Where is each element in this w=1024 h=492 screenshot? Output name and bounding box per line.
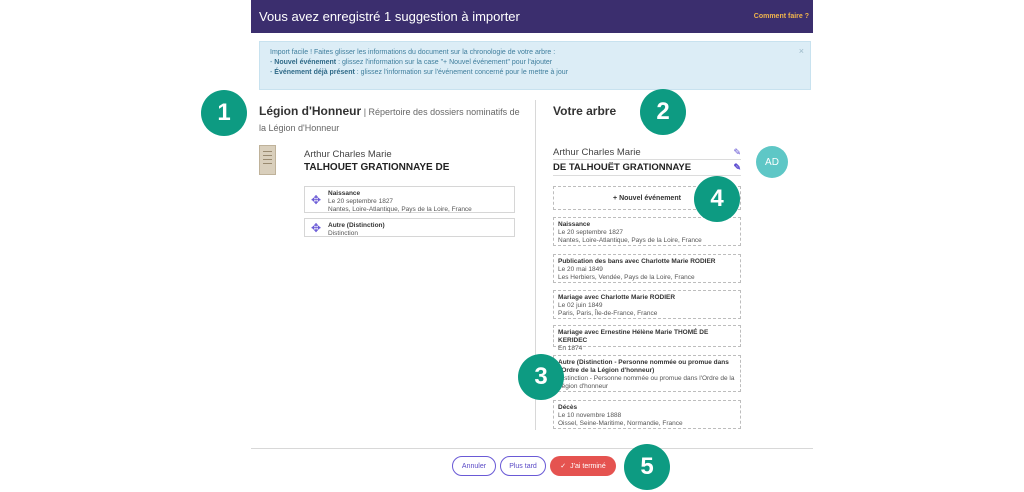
source-last-name: TALHOUET GRATIONNAYE DE (304, 162, 450, 173)
tree-last-name-text: DE TALHOUËT GRATIONNAYE (553, 162, 692, 173)
event-title: Publication des bans avec Charlotte Mari… (558, 258, 716, 265)
info-banner: Import facile ! Faites glisser les infor… (259, 41, 811, 90)
source-event-birth[interactable]: ✥ Naissance Le 20 septembre 1827 Nantes,… (304, 186, 515, 213)
close-icon[interactable]: × (799, 46, 804, 56)
tree-title: Votre arbre (553, 104, 617, 118)
done-button[interactable]: ✓ J'ai terminé (550, 456, 616, 476)
help-link[interactable]: Comment faire ? (754, 13, 809, 20)
callout-badge-3: 3 (518, 354, 564, 400)
source-title-sep: | (361, 107, 369, 117)
later-button[interactable]: Plus tard (500, 456, 546, 476)
document-thumbnail[interactable] (259, 145, 276, 175)
header-title: Vous avez enregistré 1 suggestion à impo… (259, 9, 520, 24)
check-icon: ✓ (560, 463, 567, 470)
source-title-strong: Légion d'Honneur (259, 104, 362, 118)
event-detail: Distinction - Personne nommée ou promue … (558, 375, 735, 390)
drag-move-icon[interactable]: ✥ (310, 222, 322, 234)
event-place: Oissel, Seine-Maritime, Normandie, Franc… (558, 420, 683, 427)
cancel-button[interactable]: Annuler (452, 456, 496, 476)
event-place: Les Herbiers, Vendée, Pays de la Loire, … (558, 274, 695, 281)
info-line-2: - Nouvel événement : glissez l'informati… (270, 59, 553, 66)
event-title: Décès (558, 404, 578, 411)
edit-pencil-icon[interactable]: ✎ (733, 162, 741, 173)
event-date: Le 10 novembre 1888 (558, 412, 622, 419)
event-date: En 1874 (558, 345, 583, 352)
event-detail: Distinction (328, 230, 358, 237)
event-title: Autre (Distinction) (328, 222, 385, 229)
event-place: Paris, Paris, Île-de-France, France (558, 310, 658, 317)
tree-event[interactable]: Mariage avec Ernestine Hélène Marie THOM… (553, 325, 741, 352)
tree-first-names-text: Arthur Charles Marie (553, 147, 641, 158)
info-new-event-text: : glissez l'information sur la case "+ N… (336, 59, 553, 66)
drag-move-icon[interactable]: ✥ (310, 194, 322, 206)
info-existing-event-text: : glissez l'information sur l'événement … (354, 69, 568, 76)
event-date: Le 02 juin 1849 (558, 302, 603, 309)
tree-last-name[interactable]: DE TALHOUËT GRATIONNAYE ✎ (553, 162, 741, 176)
tree-event[interactable]: Décès Le 10 novembre 1888 Oissel, Seine-… (553, 400, 741, 429)
tree-event[interactable]: Mariage avec Charlotte Marie RODIER Le 0… (553, 290, 741, 319)
callout-badge-2: 2 (640, 89, 686, 135)
event-title: Naissance (328, 190, 361, 197)
done-label: J'ai terminé (570, 462, 606, 470)
event-title: Mariage avec Ernestine Hélène Marie THOM… (558, 329, 709, 344)
event-title: Naissance (558, 221, 591, 228)
callout-badge-5: 5 (624, 444, 670, 490)
callout-badge-4: 4 (694, 176, 740, 222)
tree-first-names[interactable]: Arthur Charles Marie ✎ (553, 147, 741, 160)
event-place: Nantes, Loire-Atlantique, Pays de la Loi… (558, 237, 702, 244)
footer-divider (251, 448, 813, 449)
avatar: AD (756, 146, 788, 178)
event-date: Le 20 mai 1849 (558, 266, 603, 273)
tree-event[interactable]: Publication des bans avec Charlotte Mari… (553, 254, 741, 283)
edit-pencil-icon[interactable]: ✎ (733, 147, 741, 158)
tree-event[interactable]: Autre (Distinction - Personne nommée ou … (553, 355, 741, 392)
event-title: Autre (Distinction - Personne nommée ou … (558, 359, 729, 374)
source-first-names: Arthur Charles Marie (304, 149, 392, 160)
event-date: Le 20 septembre 1827 (558, 229, 624, 236)
import-panel: Vous avez enregistré 1 suggestion à impo… (251, 0, 813, 492)
info-line-1: Import facile ! Faites glisser les infor… (270, 49, 556, 56)
source-event-distinction[interactable]: ✥ Autre (Distinction) Distinction (304, 218, 515, 237)
info-existing-event-label: Événement déjà présent (274, 69, 355, 76)
event-title: Mariage avec Charlotte Marie RODIER (558, 294, 676, 301)
info-line-3: - Événement déjà présent : glissez l'inf… (270, 69, 568, 76)
source-title: Légion d'Honneur | Répertoire des dossie… (259, 104, 524, 136)
info-new-event-label: Nouvel événement (274, 59, 337, 66)
callout-badge-1: 1 (201, 90, 247, 136)
event-place: Nantes, Loire-Atlantique, Pays de la Loi… (328, 206, 472, 213)
event-date: Le 20 septembre 1827 (328, 198, 394, 205)
header-bar: Vous avez enregistré 1 suggestion à impo… (251, 0, 813, 33)
